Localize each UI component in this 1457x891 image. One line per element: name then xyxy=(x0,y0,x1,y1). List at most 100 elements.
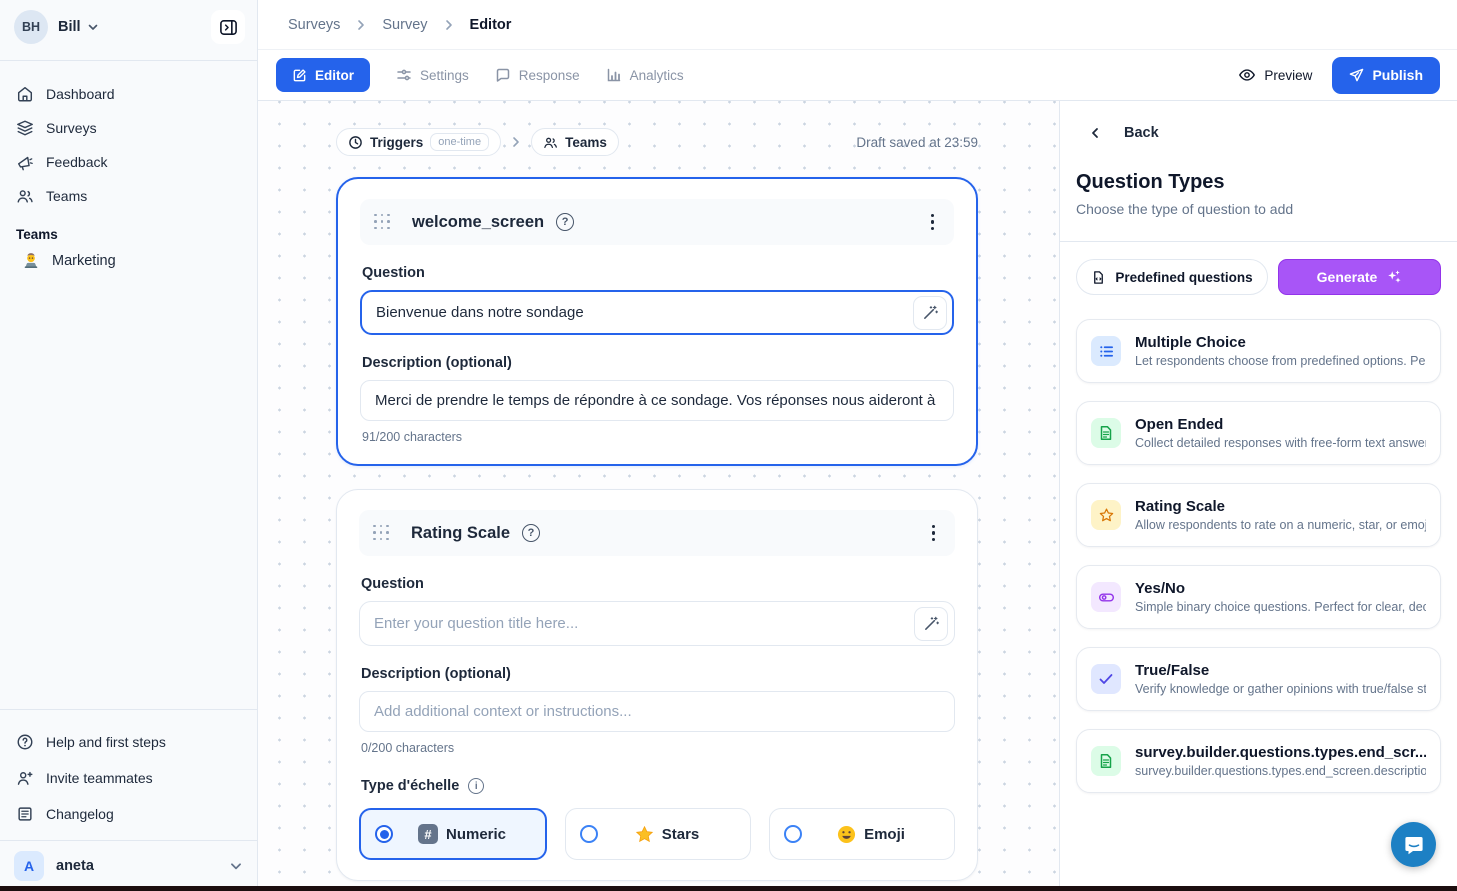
triggers-label: Triggers xyxy=(370,135,423,150)
account-switcher[interactable]: A aneta xyxy=(0,840,257,891)
type-title: Multiple Choice xyxy=(1135,334,1426,351)
magic-wand-button[interactable] xyxy=(913,296,947,330)
sidebar-item-label: Help and first steps xyxy=(46,734,166,750)
breadcrumb-survey[interactable]: Survey xyxy=(382,17,427,33)
kebab-menu-icon[interactable] xyxy=(926,519,941,547)
sidebar-item-feedback[interactable]: Feedback xyxy=(16,145,241,179)
main-column: Surveys Survey Editor Editor Settings Re… xyxy=(258,0,1457,891)
help-icon[interactable]: ? xyxy=(556,213,574,231)
question-title-input[interactable] xyxy=(359,601,955,646)
type-card-end-screen[interactable]: survey.builder.questions.types.end_scr..… xyxy=(1076,729,1441,793)
breadcrumb-surveys[interactable]: Surveys xyxy=(288,17,340,33)
sidebar-item-help[interactable]: Help and first steps xyxy=(16,724,241,760)
option-label: Stars xyxy=(662,826,700,843)
predefined-questions-button[interactable]: Predefined questions xyxy=(1076,259,1268,295)
panel-title: Question Types xyxy=(1060,171,1457,194)
type-card-yes-no[interactable]: Yes/No Simple binary choice questions. P… xyxy=(1076,565,1441,629)
star-emoji-icon xyxy=(635,825,654,844)
tab-label: Response xyxy=(519,68,580,83)
type-title: Rating Scale xyxy=(1135,498,1426,515)
sidebar-team-marketing[interactable]: Marketing xyxy=(0,246,257,276)
drag-handle-icon[interactable] xyxy=(373,525,390,542)
preview-label: Preview xyxy=(1264,68,1312,83)
scale-type-row: Type d'échelle i xyxy=(361,778,955,794)
sidebar-item-label: Surveys xyxy=(46,120,97,136)
type-card-true-false[interactable]: True/False Verify knowledge or gather op… xyxy=(1076,647,1441,711)
megaphone-icon xyxy=(16,153,34,171)
panel-actions: Predefined questions Generate xyxy=(1060,242,1457,295)
kebab-menu-icon[interactable] xyxy=(925,208,940,236)
canvas-header: Triggers one-time Teams Draft saved at 2… xyxy=(336,128,978,156)
document-icon xyxy=(1091,746,1121,776)
question-type-list: Multiple Choice Let respondents choose f… xyxy=(1060,295,1457,793)
help-icon[interactable]: ? xyxy=(522,524,540,542)
star-icon xyxy=(1091,500,1121,530)
question-title-input[interactable] xyxy=(360,290,954,335)
tab-analytics[interactable]: Analytics xyxy=(606,67,684,83)
tab-label: Analytics xyxy=(630,68,684,83)
scale-option-stars[interactable]: Stars xyxy=(565,808,751,860)
workspace-avatar: BH xyxy=(14,10,48,44)
chat-widget-button[interactable] xyxy=(1391,822,1436,867)
sidebar-item-dashboard[interactable]: Dashboard xyxy=(16,77,241,111)
breadcrumb-editor: Editor xyxy=(470,17,512,33)
drag-handle-icon[interactable] xyxy=(374,214,391,231)
editor-toolbar: Editor Settings Response Analytics Previ… xyxy=(258,50,1457,101)
sidebar-collapse-button[interactable] xyxy=(211,10,245,44)
type-card-multiple-choice[interactable]: Multiple Choice Let respondents choose f… xyxy=(1076,319,1441,383)
triggers-pill[interactable]: Triggers one-time xyxy=(336,128,501,156)
publish-label: Publish xyxy=(1372,67,1423,83)
question-card-header: welcome_screen ? xyxy=(360,199,954,245)
toolbar-actions: Preview Publish xyxy=(1238,57,1440,94)
description-input[interactable] xyxy=(360,380,954,421)
question-label: Question xyxy=(361,576,955,592)
list-icon xyxy=(1091,336,1121,366)
tab-label: Settings xyxy=(420,68,469,83)
scale-option-numeric[interactable]: # Numeric xyxy=(359,808,547,860)
type-title: Open Ended xyxy=(1135,416,1426,433)
account-name: aneta xyxy=(56,858,94,874)
collapse-sidebar-icon xyxy=(219,18,238,37)
info-icon: i xyxy=(468,778,484,794)
teams-pill[interactable]: Teams xyxy=(531,128,619,156)
sidebar-item-changelog[interactable]: Changelog xyxy=(16,796,241,832)
generate-button[interactable]: Generate xyxy=(1278,259,1441,295)
tab-response[interactable]: Response xyxy=(495,67,580,83)
radio-icon xyxy=(784,825,802,843)
description-input[interactable] xyxy=(359,691,955,732)
sidebar-footer: Help and first steps Invite teammates Ch… xyxy=(0,709,257,840)
survey-canvas: Triggers one-time Teams Draft saved at 2… xyxy=(258,101,1059,891)
type-title: True/False xyxy=(1135,662,1426,679)
workspace-name: Bill xyxy=(58,19,81,35)
sidebar-item-surveys[interactable]: Surveys xyxy=(16,111,241,145)
tab-settings[interactable]: Settings xyxy=(396,67,469,83)
sidebar-nav: Dashboard Surveys Feedback Teams xyxy=(0,61,257,213)
number-keycap-icon: # xyxy=(418,824,438,844)
description-label: Description (optional) xyxy=(361,666,955,682)
tab-editor[interactable]: Editor xyxy=(276,58,370,92)
scale-option-emoji[interactable]: Emoji xyxy=(769,808,955,860)
question-card-rating-scale[interactable]: Rating Scale ? Question Description (opt… xyxy=(336,489,978,881)
type-card-rating-scale[interactable]: Rating Scale Allow respondents to rate o… xyxy=(1076,483,1441,547)
teams-section-header: Teams xyxy=(0,213,257,246)
sliders-icon xyxy=(396,67,412,83)
question-card-welcome-screen[interactable]: welcome_screen ? Question Description (o… xyxy=(336,177,978,466)
sidebar-item-label: Changelog xyxy=(46,806,114,822)
sidebar-item-invite[interactable]: Invite teammates xyxy=(16,760,241,796)
chevron-down-icon xyxy=(87,21,99,33)
people-icon xyxy=(16,187,34,205)
chevron-down-icon xyxy=(229,859,243,873)
workspace-switcher[interactable]: BH Bill xyxy=(0,0,257,54)
preview-button[interactable]: Preview xyxy=(1238,66,1312,84)
back-button[interactable]: Back xyxy=(1060,125,1457,141)
bar-chart-icon xyxy=(606,67,622,83)
sidebar-item-teams[interactable]: Teams xyxy=(16,179,241,213)
type-card-open-ended[interactable]: Open Ended Collect detailed responses wi… xyxy=(1076,401,1441,465)
scale-options: # Numeric Stars xyxy=(359,808,955,860)
publish-button[interactable]: Publish xyxy=(1332,57,1440,94)
magic-wand-button[interactable] xyxy=(914,607,948,641)
type-description: Allow respondents to rate on a numeric, … xyxy=(1135,518,1426,532)
draft-status: Draft saved at 23:59 xyxy=(856,135,978,150)
type-description: survey.builder.questions.types.end_scree… xyxy=(1135,764,1426,778)
sidebar-item-label: Invite teammates xyxy=(46,770,153,786)
